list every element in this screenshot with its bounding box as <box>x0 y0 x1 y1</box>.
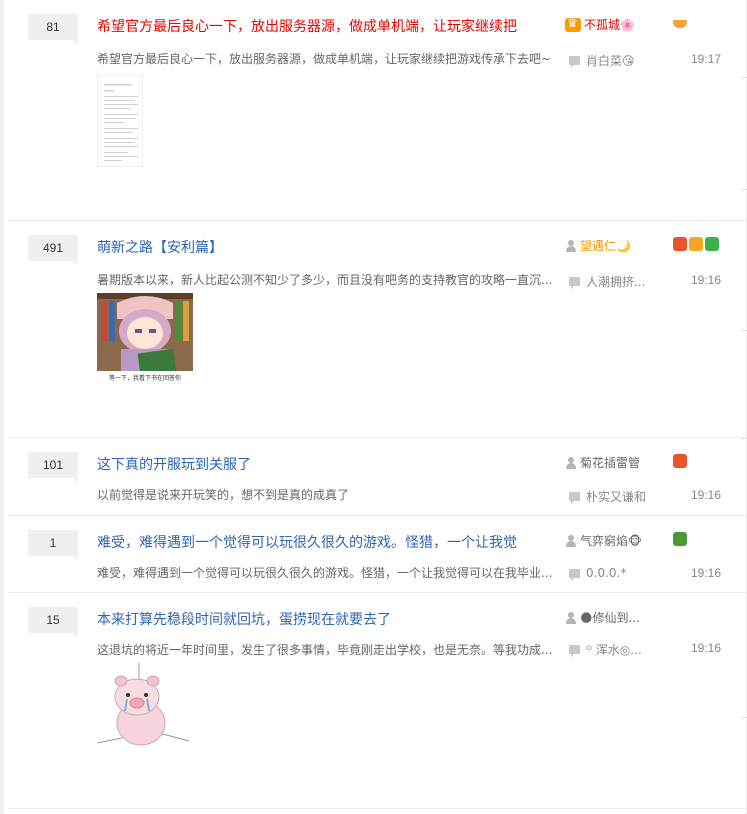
user-icon <box>565 611 577 624</box>
author-badges <box>673 237 719 251</box>
last-replier-name[interactable]: 肖白菜😘 <box>586 52 635 69</box>
thread-abstract: 这退坑的将近一年时间里，发生了很多事情，毕竟刚走出学校，也是无奈。等我功成... <box>97 643 553 657</box>
user-icon <box>565 534 577 547</box>
author-name[interactable]: 🌑修仙到... <box>580 609 640 626</box>
last-reply: 人潮拥挤... <box>569 273 645 290</box>
gamepad-icon <box>673 237 687 251</box>
thread-item: 1 难受，难得遇到一个觉得可以玩很久很久的游戏。怪猎，一个让我觉 气弈窮焰🐵 难… <box>8 516 747 593</box>
image-caption: 等一下，我看下书在回答你 <box>109 374 181 382</box>
author-badges <box>673 532 687 546</box>
last-reply: 肖白菜😘 <box>569 52 635 69</box>
sunflower-icon <box>673 532 687 546</box>
thread-item: 15 本来打算先稳段时间就回坑，蛋捞现在就要去了 🌑修仙到... 这退坑的将近一… <box>8 593 747 809</box>
thread-image-thumbnail[interactable] <box>97 75 143 167</box>
reply-count-badge: 101 <box>28 452 79 483</box>
thread-title-link[interactable]: 萌新之路【安利篇】 <box>97 237 537 257</box>
user-icon <box>565 239 577 252</box>
reply-count-badge: 491 <box>28 235 79 266</box>
reply-icon <box>569 568 580 581</box>
zodiac-icon <box>705 237 719 251</box>
thread-abstract: 希望官方最后良心一下，放出服务器源，做成单机端，让玩家继续把游戏传承下去吧~ <box>97 52 552 66</box>
thread-title-link[interactable]: 难受，难得遇到一个觉得可以玩很久很久的游戏。怪猎，一个让我觉 <box>97 532 537 552</box>
author-badges <box>673 16 687 28</box>
last-reply-time: 19:16 <box>690 273 721 287</box>
edge-tick <box>741 189 747 190</box>
edge-tick <box>741 330 747 331</box>
author-name[interactable]: 望遇仁🌙 <box>580 237 631 254</box>
thread-title-link[interactable]: 希望官方最后良心一下，放出服务器源，做成单机端，让玩家继续把 <box>97 16 537 36</box>
author-badges <box>673 454 687 468</box>
reply-count-badge: 81 <box>28 14 79 45</box>
last-reply-time: 19:16 <box>690 641 721 655</box>
sun-icon <box>689 237 703 251</box>
last-reply: ᴼ 浑水◎... <box>569 641 642 658</box>
thread-author[interactable]: 望遇仁🌙 <box>565 237 631 254</box>
last-replier-name[interactable]: 0.0.0.* <box>586 566 626 580</box>
user-icon <box>565 456 577 469</box>
last-replier-name[interactable]: ᴼ 浑水◎... <box>586 641 642 658</box>
edge-tick <box>741 438 747 439</box>
gamepad-icon <box>673 454 687 468</box>
last-reply: 0.0.0.* <box>569 566 626 581</box>
reply-icon <box>569 492 580 504</box>
crown-icon <box>565 16 581 32</box>
edge-tick <box>741 77 747 78</box>
document-image <box>104 84 138 161</box>
thread-item: 101 这下真的开服玩到关服了 菊花插雷管 以前觉得是说来开玩笑的，想不到是真的… <box>8 438 747 516</box>
last-reply-time: 19:16 <box>690 488 721 502</box>
thread-abstract: 暑期版本以来，新人比起公测不知少了多少，而且没有吧务的支持教官的攻略一直沉... <box>97 273 553 287</box>
thread-abstract: 以前觉得是说来开玩笑的，想不到是真的成真了 <box>97 488 350 502</box>
crying-pig-image <box>96 663 190 746</box>
reply-icon <box>569 56 580 68</box>
thread-author[interactable]: 🌑修仙到... <box>565 609 640 626</box>
thread-title-link[interactable]: 本来打算先稳段时间就回坑，蛋捞现在就要去了 <box>97 609 537 629</box>
last-replier-name[interactable]: 朴实又谦和 <box>586 488 646 505</box>
thread-title-link[interactable]: 这下真的开服玩到关服了 <box>97 454 537 474</box>
last-reply-time: 19:16 <box>690 566 721 580</box>
reply-count-badge: 1 <box>28 530 79 561</box>
anime-girl-reading-image: 等一下，我看下书在回答你 <box>97 293 193 383</box>
author-name[interactable]: 菊花插雷管 <box>580 454 640 471</box>
author-name[interactable]: 不孤城🌸 <box>584 16 635 33</box>
thread-author[interactable]: 菊花插雷管 <box>565 454 640 471</box>
last-reply: 朴实又谦和 <box>569 488 646 505</box>
thread-item: 81 希望官方最后良心一下，放出服务器源，做成单机端，让玩家继续把 不孤城🌸 希… <box>8 0 747 221</box>
reply-icon <box>569 645 580 657</box>
thread-image-thumbnail[interactable] <box>96 663 193 751</box>
thread-author[interactable]: 气弈窮焰🐵 <box>565 532 642 549</box>
thread-image-thumbnail[interactable]: 等一下，我看下书在回答你 <box>97 293 193 383</box>
bowl-icon <box>673 20 687 28</box>
thread-list: 81 希望官方最后良心一下，放出服务器源，做成单机端，让玩家继续把 不孤城🌸 希… <box>0 0 747 814</box>
last-replier-name[interactable]: 人潮拥挤... <box>586 273 645 290</box>
author-name[interactable]: 气弈窮焰🐵 <box>580 532 642 549</box>
thread-item: 491 萌新之路【安利篇】 望遇仁🌙 暑期版本以来，新人比起公测不知少了多少，而… <box>8 221 747 438</box>
thread-author[interactable]: 不孤城🌸 <box>565 16 635 33</box>
thread-abstract: 难受，难得遇到一个觉得可以玩很久很久的游戏。怪猎，一个让我觉得可以在我毕业... <box>97 566 553 580</box>
reply-icon <box>569 277 580 289</box>
reply-count-badge: 15 <box>28 607 79 638</box>
last-reply-time: 19:17 <box>690 52 721 66</box>
edge-tick <box>741 717 747 718</box>
